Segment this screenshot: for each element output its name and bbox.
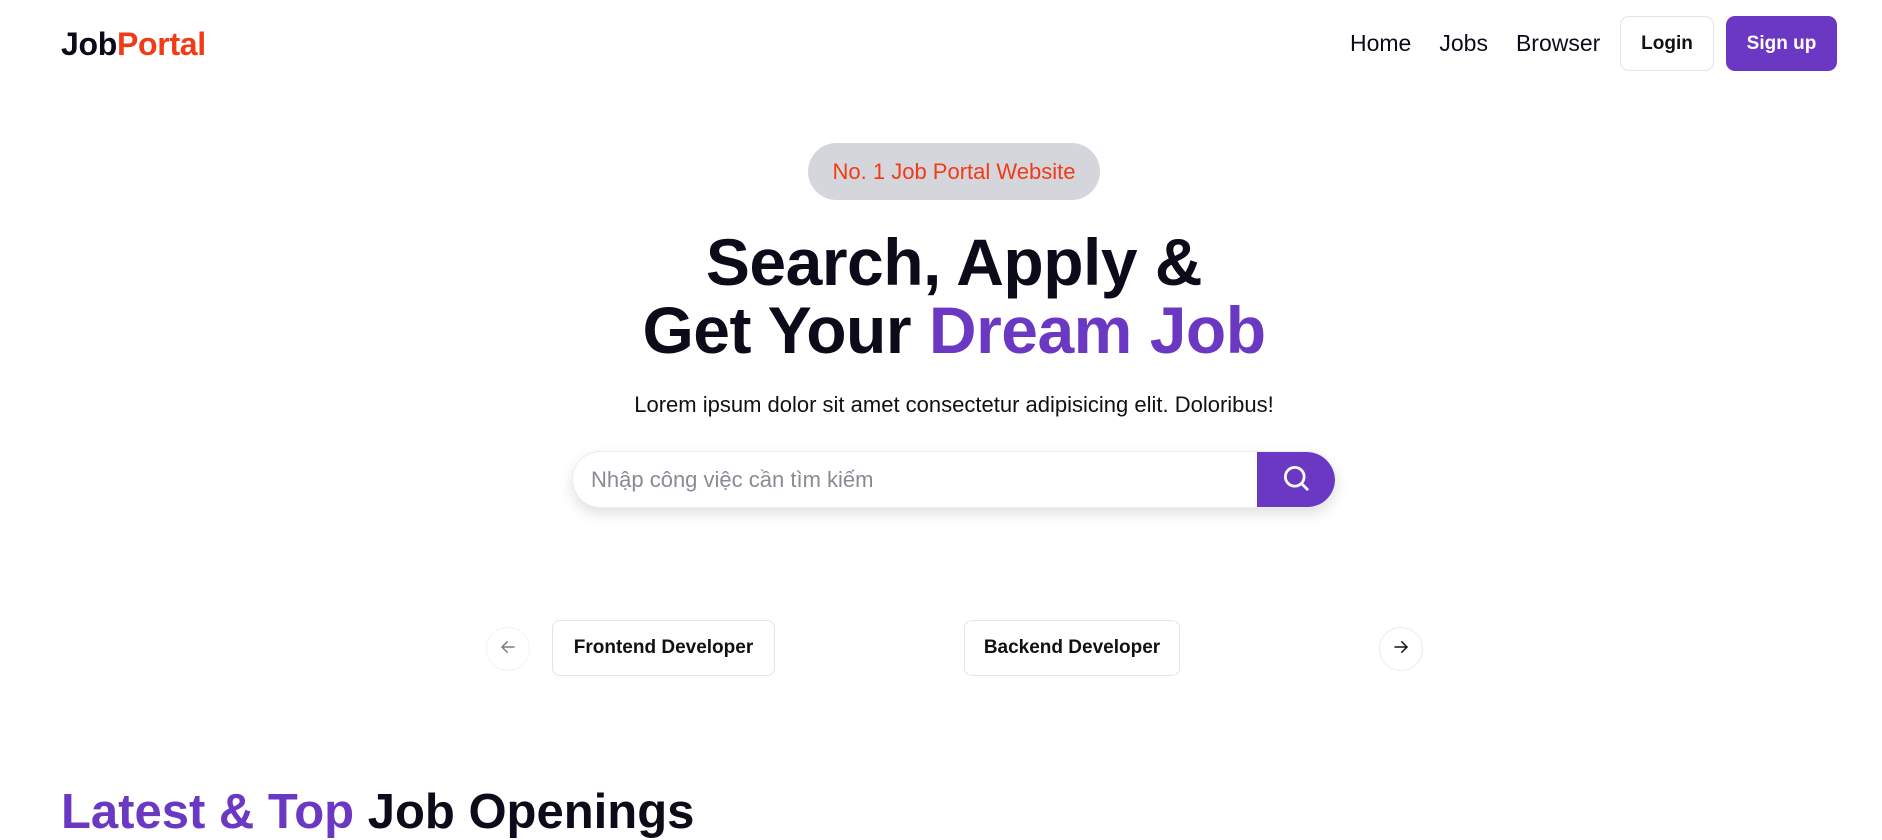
search-bar xyxy=(572,451,1336,508)
category-chip-frontend[interactable]: Frontend Developer xyxy=(552,620,775,676)
search-button[interactable] xyxy=(1257,452,1335,507)
navbar: JobPortal Home Jobs Browser Login Sign u… xyxy=(0,0,1882,90)
latest-jobs-title-rest: Job Openings xyxy=(367,785,695,839)
category-chip-backend[interactable]: Backend Developer xyxy=(964,620,1180,676)
search-input[interactable] xyxy=(573,452,1259,507)
hero-title-line1: Search, Apply & xyxy=(705,225,1203,299)
nav-links: Home Jobs Browser xyxy=(1350,30,1600,57)
login-button[interactable]: Login xyxy=(1620,16,1714,71)
arrow-left-icon xyxy=(499,638,517,661)
hero-title-accent: Dream Job xyxy=(928,293,1266,367)
carousel-next-button[interactable] xyxy=(1379,627,1423,671)
nav-link-home[interactable]: Home xyxy=(1350,30,1411,57)
hero-title: Search, Apply & Get Your Dream Job xyxy=(0,228,1882,364)
signup-button[interactable]: Sign up xyxy=(1726,16,1837,71)
logo-primary: Job xyxy=(61,26,117,62)
latest-jobs-title: Latest & Top Job Openings xyxy=(61,784,694,840)
latest-jobs-title-accent: Latest & Top xyxy=(61,785,368,839)
search-icon xyxy=(1281,463,1311,498)
nav-link-jobs[interactable]: Jobs xyxy=(1439,30,1488,57)
hero-title-line2-prefix: Get Your xyxy=(642,293,929,367)
hero-subtitle: Lorem ipsum dolor sit amet consectetur a… xyxy=(634,392,1274,417)
arrow-right-icon xyxy=(1392,638,1410,661)
carousel-prev-button[interactable] xyxy=(486,627,530,671)
logo[interactable]: JobPortal xyxy=(61,26,206,63)
logo-accent: Portal xyxy=(117,26,206,62)
hero-badge: No. 1 Job Portal Website xyxy=(808,143,1100,200)
nav-link-browser[interactable]: Browser xyxy=(1516,30,1600,57)
